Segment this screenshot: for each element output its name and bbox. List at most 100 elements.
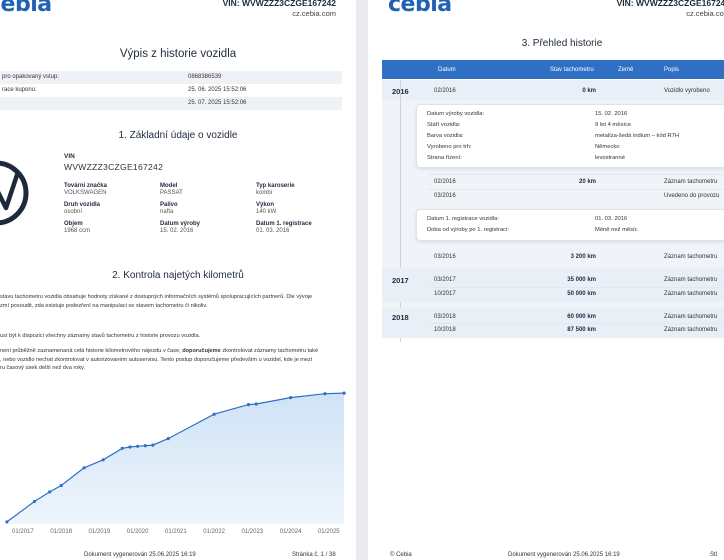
history-row-date: 03/2016 [434, 254, 456, 260]
mileage-point[interactable] [59, 483, 63, 488]
mileage-point[interactable] [128, 445, 132, 449]
mileage-point[interactable] [212, 412, 216, 416]
coupon-value: 25. 07. 2025 15:52:06 [188, 100, 247, 106]
mileage-paragraph-2: usí být k dispozici všechny záznamy stav… [0, 333, 201, 339]
vehicle-engine-volume: Objem 1968 ccm [64, 221, 91, 234]
coupon-row: 25. 07. 2025 15:52:06 [0, 97, 342, 110]
vehicle-brand: Tovární značka VOLKSWAGEN [64, 183, 107, 196]
volkswagen-logo-icon [0, 160, 29, 226]
mileage-point[interactable] [289, 396, 293, 400]
cebia-logo: cebia [0, 0, 52, 17]
history-row-description: Záznam tachometru [664, 327, 718, 333]
history-row-date: 10/2017 [434, 291, 456, 297]
footer-brand: © Cebia [390, 552, 412, 558]
chart-x-tick-label: 01/2024 [280, 529, 302, 535]
column-date: Datum [438, 67, 456, 73]
history-row-date: 03/2016 [434, 193, 456, 199]
coupon-row: race kuponu: 25. 06. 2025 15:52:06 [0, 84, 342, 97]
chart-x-tick-label: 01/2022 [203, 529, 225, 535]
header-vin: VIN: WVWZZZ3CZGE167242 [616, 0, 724, 8]
mileage-point[interactable] [136, 444, 140, 448]
mileage-point[interactable] [48, 490, 52, 494]
mileage-point[interactable] [5, 520, 9, 524]
year-label: 2018 [392, 313, 409, 322]
mileage-point[interactable] [32, 499, 37, 504]
coupon-label: pro opakovaný vstup: [2, 74, 60, 80]
column-country: Země [618, 67, 634, 73]
vin-value: WVWZZZ3CZGE167242 [64, 162, 164, 172]
coupon-row: pro opakovaný vstup: 0868386539 [0, 71, 342, 84]
report-page-2: cebia VIN: WVWZZZ3CZGE167242 cz.cebia.co… [368, 0, 724, 560]
mileage-area [6, 393, 345, 524]
chart-x-tick-label: 01/2017 [12, 529, 34, 535]
footer-page-number: Stránka č. 1 / 38 [292, 552, 336, 558]
mileage-point[interactable] [166, 437, 170, 441]
chart-x-tick-label: 01/2018 [50, 529, 72, 535]
header-url[interactable]: cz.cebia.com [292, 9, 336, 18]
coupon-label: race kuponu: [2, 87, 37, 93]
vehicle-kind: Druh vozidla osobní [64, 202, 101, 215]
cebia-logo: cebia [388, 0, 452, 17]
history-row-km: 3 200 km [570, 254, 596, 260]
chart-x-tick-label: 01/2020 [127, 529, 149, 535]
mileage-point[interactable] [254, 402, 258, 406]
column-odometer: Stav tachometru [550, 67, 594, 73]
chart-x-tick-label: 01/2019 [89, 529, 111, 535]
mileage-paragraph-1: stavu tachometru vozidla obsahuje hodnot… [0, 294, 313, 309]
mileage-point[interactable] [120, 446, 124, 450]
history-row-description: Záznam tachometru [664, 179, 718, 185]
report-title: Výpis z historie vozidla [119, 48, 237, 60]
history-row-km: 87 500 km [567, 327, 596, 333]
history-row-km: 60 000 km [567, 314, 596, 320]
registration-detail-card: Datum 1. registrace vozidla: 01. 03. 2016… [416, 209, 724, 241]
vehicle-body-type: Typ karoserie kombi [256, 183, 295, 196]
history-row-description: Uvedeno do provozu [664, 193, 720, 199]
history-table-header: Datum Stav tachometru Země Popis [382, 60, 724, 79]
history-row-description: Vozidlo vyrobeno [664, 88, 710, 94]
history-row-date: 02/2016 [434, 179, 456, 185]
mileage-point[interactable] [101, 458, 105, 462]
year-label: 2017 [392, 276, 409, 285]
mileage-paragraph-3: není průběžně zaznamenaná celá historie … [0, 348, 319, 371]
vehicle-fuel: Palivo nafta [160, 202, 178, 215]
column-description: Popis [664, 67, 680, 73]
vehicle-model: Model PASSAT [160, 183, 183, 196]
mileage-point[interactable] [151, 443, 155, 447]
production-detail-card: Datum výroby vozidla: 15. 02. 2016 Stáří … [416, 104, 724, 168]
chart-x-tick-label: 01/2021 [165, 529, 187, 535]
timeline-line [400, 80, 401, 342]
history-row-date: 03/2018 [434, 314, 456, 320]
vin-label: VIN [64, 153, 75, 160]
chart-x-tick-label: 01/2023 [241, 529, 263, 535]
header-url[interactable]: cz.cebia.com [686, 9, 724, 18]
coupon-value: 0868386539 [188, 74, 222, 80]
chart-x-tick-label: 01/2025 [318, 529, 340, 535]
history-row-date: 02/2016 [434, 88, 456, 94]
vehicle-power: Výkon 140 kW [256, 202, 277, 215]
history-row-date: 03/2017 [434, 277, 456, 283]
mileage-point[interactable] [323, 392, 327, 396]
coupon-value: 25. 06. 2025 15:52:06 [188, 87, 247, 93]
section-mileage-title: 2. Kontrola najetých kilometrů [112, 270, 244, 281]
history-row-date: 10/2018 [434, 327, 456, 333]
vehicle-production-date: Datum výroby 15. 02. 2016 [160, 221, 201, 234]
vehicle-first-registration: Datum 1. registrace 01. 03. 2016 [256, 221, 312, 234]
mileage-point[interactable] [342, 391, 346, 395]
mileage-point[interactable] [143, 444, 147, 448]
footer-generated: Dokument vygenerován 25.06.2025 16:19 [508, 552, 620, 558]
year-label: 2016 [392, 87, 409, 96]
history-row-km: 0 km [582, 88, 596, 94]
section-basic-info-title: 1. Základní údaje o vozidle [118, 130, 238, 141]
header-vin: VIN: WVWZZZ3CZGE167242 [222, 0, 336, 8]
history-row-km: 50 000 km [567, 291, 596, 297]
footer-generated: Dokument vygenerován 25.06.2025 16:19 [84, 552, 196, 558]
footer-page-number: Stl [710, 552, 718, 558]
mileage-point[interactable] [82, 466, 86, 470]
report-page-1: cebia VIN: WVWZZZ3CZGE167242 cz.cebia.co… [0, 0, 356, 560]
mileage-point[interactable] [246, 403, 251, 407]
history-row-description: Záznam tachometru [664, 314, 718, 320]
history-row-description: Záznam tachometru [664, 254, 718, 260]
history-row-km: 35 000 km [567, 277, 596, 283]
history-row-description: Záznam tachometru [664, 277, 718, 283]
mileage-chart: 01/2017 01/2018 01/2019 01/2020 01/2021 01/20… [5, 391, 346, 535]
